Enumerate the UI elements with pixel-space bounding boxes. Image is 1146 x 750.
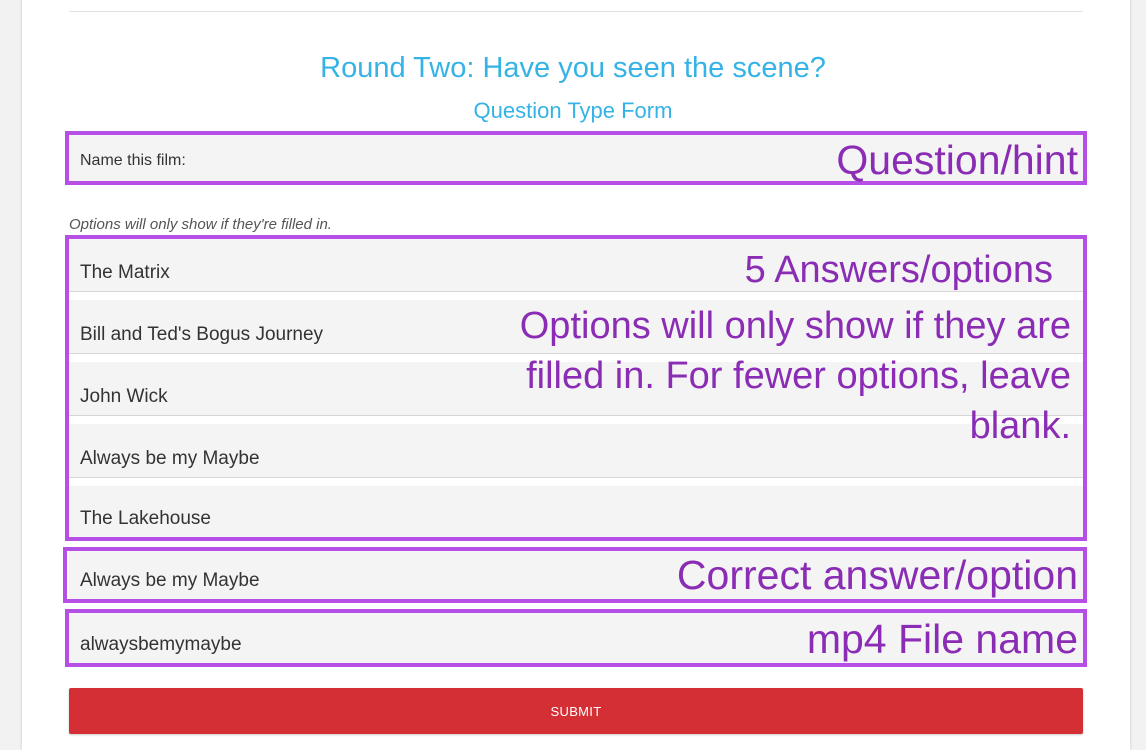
option-value: John Wick: [80, 386, 168, 407]
file-name-value: alwaysbemymaybe: [80, 634, 242, 655]
correct-answer-value: Always be my Maybe: [80, 570, 260, 591]
options-help-line-2: filled in. For fewer options, leave: [526, 355, 1071, 397]
option-field-5[interactable]: The Lakehouse: [69, 486, 1083, 538]
page-subtitle: Question Type Form: [473, 98, 673, 123]
divider: [69, 11, 1083, 12]
options-help-line-1: Options will only show if they are: [519, 305, 1071, 347]
question-annotation: Question/hint: [836, 137, 1078, 183]
correct-annotation: Correct answer/option: [676, 552, 1078, 598]
answers-annotation: 5 Answers/options: [744, 249, 1053, 291]
option-value: The Matrix: [80, 262, 170, 283]
option-value: Bill and Ted's Bogus Journey: [80, 324, 324, 345]
options-help-line-3: blank.: [969, 405, 1071, 447]
page-title: Round Two: Have you seen the scene?: [320, 52, 826, 84]
file-annotation: mp4 File name: [806, 616, 1078, 662]
option-value: The Lakehouse: [80, 508, 211, 529]
option-field-4[interactable]: Always be my Maybe: [69, 424, 1083, 478]
question-value: Name this film:: [80, 152, 186, 169]
submit-button[interactable]: SUBMIT: [69, 688, 1083, 734]
options-note: Options will only show if they're filled…: [69, 216, 332, 233]
option-value: Always be my Maybe: [80, 448, 260, 469]
